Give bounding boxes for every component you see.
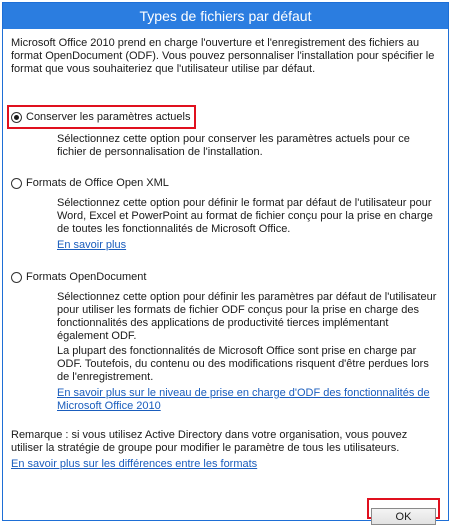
format-differences-link[interactable]: En savoir plus sur les différences entre… <box>11 458 257 470</box>
learn-more-link[interactable]: En savoir plus <box>57 239 442 252</box>
dialog-title: Types de fichiers par défaut <box>139 8 312 24</box>
ok-button[interactable]: OK <box>371 508 436 525</box>
odf-support-link[interactable]: En savoir plus sur le niveau de prise en… <box>57 387 442 413</box>
dialog-body: Microsoft Office 2010 prend en charge l'… <box>3 29 448 527</box>
radio-office-open-xml[interactable]: Formats de Office Open XML <box>11 175 169 191</box>
title-bar: Types de fichiers par défaut <box>3 3 448 29</box>
option-desc-office-open-xml: Sélectionnez cette option pour définir l… <box>57 197 433 235</box>
option-label-office-open-xml: Formats de Office Open XML <box>26 177 169 189</box>
dialog-window: Types de fichiers par défaut Microsoft O… <box>2 2 449 525</box>
radio-button[interactable] <box>11 177 22 189</box>
radio-button[interactable] <box>11 271 22 283</box>
option-label-opendocument: Formats OpenDocument <box>26 271 147 283</box>
radio-opendocument[interactable]: Formats OpenDocument <box>11 269 146 285</box>
option-desc-keep-current: Sélectionnez cette option pour conserver… <box>57 133 410 158</box>
highlight-box-option <box>7 105 196 129</box>
remark-text: Remarque : si vous utilisez Active Direc… <box>11 429 408 454</box>
intro-text: Microsoft Office 2010 prend en charge l'… <box>11 37 435 75</box>
option-desc2-opendocument: La plupart des fonctionnalités de Micros… <box>57 345 429 383</box>
option-desc-opendocument: Sélectionnez cette option pour définir l… <box>57 291 437 342</box>
